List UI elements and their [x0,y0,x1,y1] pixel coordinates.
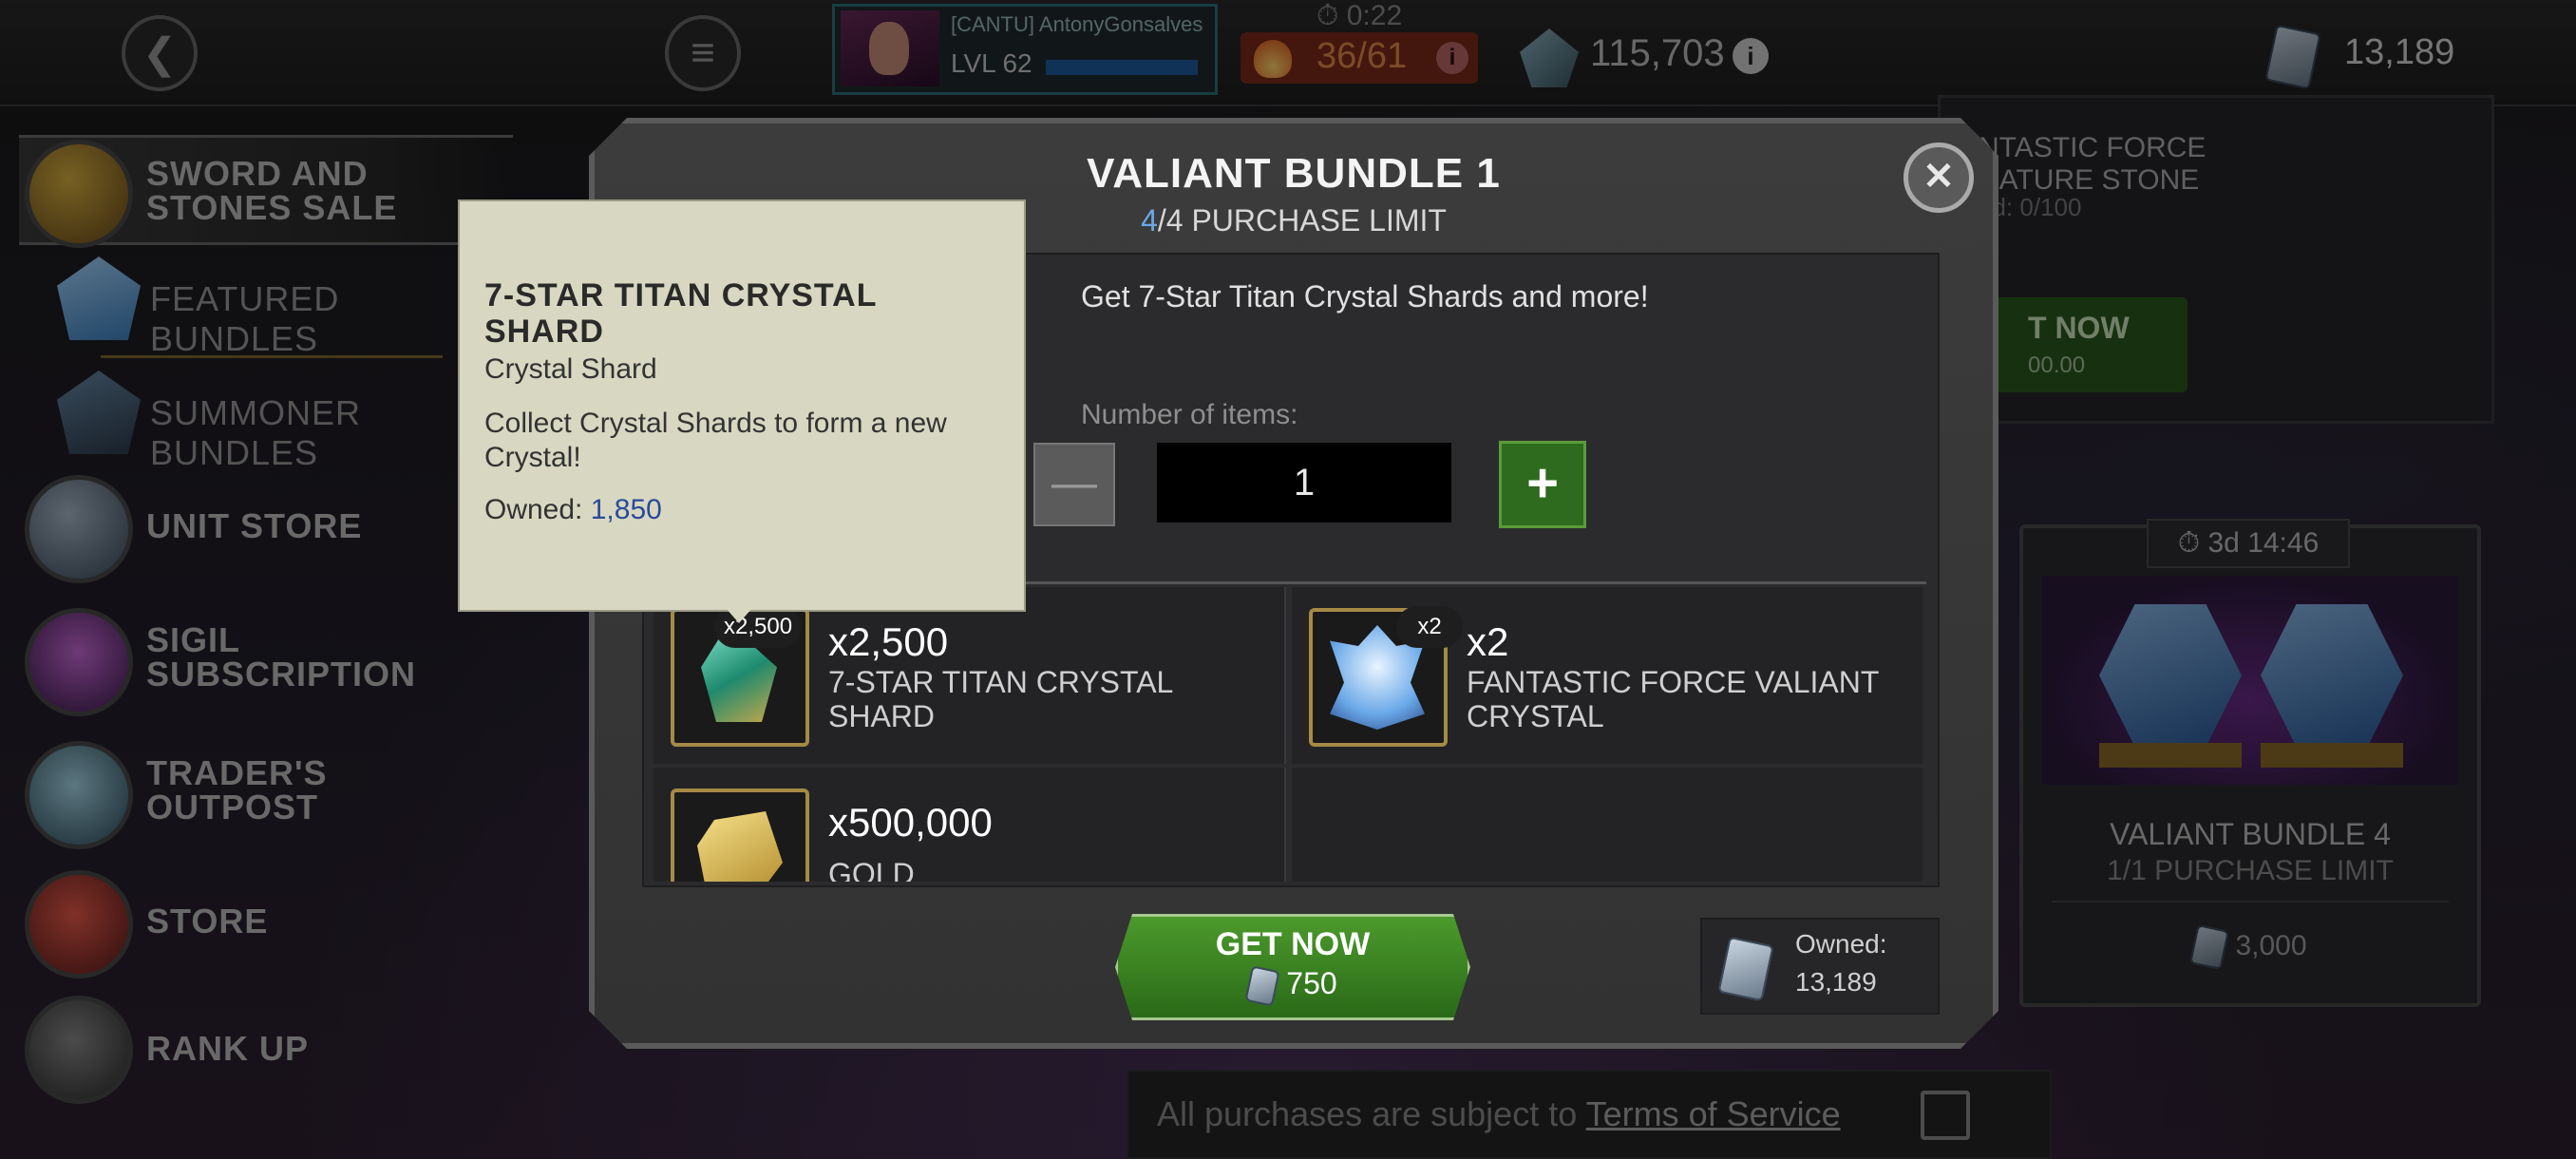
tooltip-pointer [726,608,752,623]
item-badge: x2 [1396,606,1463,648]
plus-icon: + [1526,452,1559,514]
quantity-increment-button[interactable]: + [1499,441,1586,528]
item-name: 7-STAR TITAN CRYSTAL SHARD [828,665,1173,733]
purchase-limit-text: /4 PURCHASE LIMIT [1157,203,1447,238]
modal-title: VALIANT BUNDLE 1 [1087,150,1501,197]
bundle-item-valiant-crystal[interactable]: x2 x2 FANTASTIC FORCE VALIANT CRYSTAL [1292,587,1923,764]
owned-value: 13,189 [1795,967,1877,997]
tooltip-title: 7-STAR TITAN CRYSTAL SHARD [484,277,877,350]
minus-icon: — [1051,458,1097,508]
get-now-button[interactable]: GET NOW 750 [1115,914,1470,1020]
unit-icon [1717,937,1773,1002]
owned-label: Owned: [1795,929,1887,959]
quantity-field[interactable]: 1 [1157,443,1451,522]
quantity-decrement-button[interactable]: — [1033,443,1115,526]
item-frame [671,788,809,882]
item-quantity: x2 [1467,619,1509,664]
unit-icon [1245,965,1280,1006]
get-now-price: 750 [1118,966,1468,1004]
item-quantity: x2,500 [828,619,949,664]
tooltip-type: Crystal Shard [484,353,657,385]
close-button[interactable]: ✕ [1904,142,1974,213]
bundle-description: Get 7-Star Titan Crystal Shards and more… [1081,279,1649,314]
tooltip-description: Collect Crystal Shards to form a new Cry… [484,408,947,473]
tooltip-owned: Owned: 1,850 [484,494,662,525]
item-name: GOLD [828,857,915,882]
item-quantity: x500,000 [828,800,993,845]
owned-units: Owned: 13,189 [1700,918,1940,1015]
empty-cell [1292,768,1923,882]
get-now-label: GET NOW [1215,926,1371,962]
purchase-limit-current: 4 [1141,203,1158,238]
gold-icon [697,811,783,882]
item-tooltip: 7-STAR TITAN CRYSTAL SHARD Crystal Shard… [458,200,1026,623]
bundle-item-gold[interactable]: x500,000 GOLD [653,768,1286,882]
item-name: FANTASTIC FORCE VALIANT CRYSTAL [1467,665,1879,733]
close-icon: ✕ [1923,156,1955,198]
number-of-items-label: Number of items: [1081,399,1298,430]
